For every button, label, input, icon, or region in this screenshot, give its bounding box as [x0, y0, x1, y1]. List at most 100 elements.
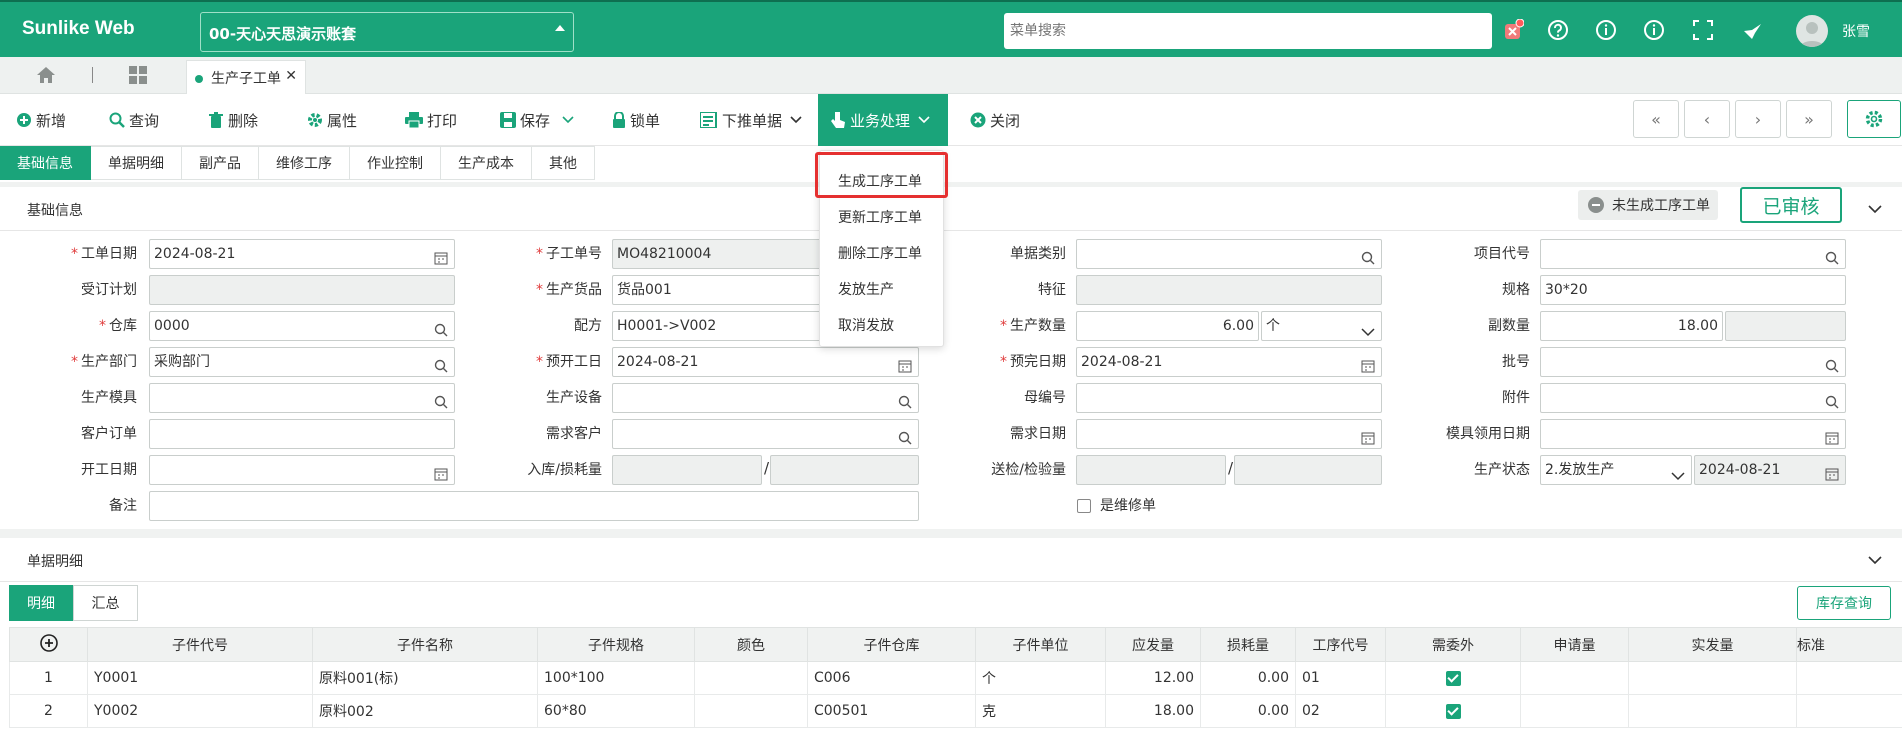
- parent-no-field[interactable]: [1076, 383, 1382, 413]
- column-header[interactable]: 应发量: [1105, 627, 1201, 662]
- column-header[interactable]: 申请量: [1520, 627, 1629, 662]
- settings-button[interactable]: [1847, 100, 1901, 138]
- tab-operation-control[interactable]: 作业控制: [350, 146, 441, 180]
- home-icon[interactable]: [36, 66, 56, 88]
- attributes-button[interactable]: 属性: [307, 94, 357, 146]
- clean-icon[interactable]: [1741, 19, 1763, 41]
- menu-item-update-process-order[interactable]: 更新工序工单: [838, 207, 922, 227]
- remark-field[interactable]: [149, 491, 919, 521]
- plan-end-field[interactable]: 2024-08-21: [1076, 347, 1382, 377]
- column-header[interactable]: 颜色: [694, 627, 808, 662]
- column-header[interactable]: 子件代号: [87, 627, 313, 662]
- tab-production-suborder[interactable]: 生产子工单 ✕: [186, 60, 306, 94]
- active-dot-icon: [195, 75, 203, 83]
- column-header[interactable]: 子件单位: [975, 627, 1106, 662]
- sub-qty-field[interactable]: 18.00: [1540, 311, 1723, 341]
- menu-item-release-production[interactable]: 发放生产: [838, 279, 894, 299]
- close-tab-icon[interactable]: ✕: [285, 68, 297, 84]
- help-icon[interactable]: [1547, 19, 1569, 41]
- tab-repair-process[interactable]: 维修工序: [259, 146, 350, 180]
- delete-button[interactable]: 删除: [208, 94, 258, 146]
- push-down-button[interactable]: 下推单据: [700, 94, 806, 146]
- lock-button[interactable]: 锁单: [612, 94, 660, 146]
- tab-production-cost[interactable]: 生产成本: [441, 146, 532, 180]
- start-date-field[interactable]: [149, 455, 455, 485]
- chevron-down-icon: [918, 116, 930, 124]
- chevron-down-icon[interactable]: [1868, 553, 1882, 569]
- batch-field[interactable]: [1540, 347, 1846, 377]
- table-row[interactable]: 2 Y0002 原料002 60*80 C00501 克 18.00 0.00 …: [9, 694, 1902, 728]
- first-record-button[interactable]: «: [1633, 100, 1679, 138]
- column-header[interactable]: 子件名称: [312, 627, 538, 662]
- column-header[interactable]: 子件规格: [537, 627, 695, 662]
- spec-field[interactable]: 30*20: [1540, 275, 1846, 305]
- customer-order-field[interactable]: [149, 419, 455, 449]
- caret-up-icon: [555, 25, 565, 31]
- avatar[interactable]: [1796, 15, 1828, 47]
- tab-summary[interactable]: 汇总: [73, 585, 138, 621]
- menu-search-input[interactable]: [1004, 13, 1492, 49]
- next-record-button[interactable]: ›: [1735, 100, 1781, 138]
- section-tabs: 基础信息 单据明细 副产品 维修工序 作业控制 生产成本 其他: [0, 146, 595, 182]
- account-selector[interactable]: 00-天心天思演示账套: [200, 12, 574, 52]
- dept-field[interactable]: 采购部门: [149, 347, 455, 377]
- fullscreen-icon[interactable]: [1692, 19, 1714, 41]
- column-header[interactable]: 损耗量: [1200, 627, 1296, 662]
- mold-date-field[interactable]: [1540, 419, 1846, 449]
- add-button[interactable]: 新增: [16, 94, 66, 146]
- last-record-button[interactable]: »: [1786, 100, 1832, 138]
- user-name[interactable]: 张雪: [1842, 21, 1870, 41]
- menu-item-delete-process-order[interactable]: 删除工序工单: [838, 243, 922, 263]
- tab-other[interactable]: 其他: [532, 146, 595, 180]
- attachment-field[interactable]: [1540, 383, 1846, 413]
- about-icon[interactable]: [1643, 19, 1665, 41]
- close-button[interactable]: 关闭: [970, 94, 1020, 146]
- loss-qty-field: [770, 455, 919, 485]
- tab-byproduct[interactable]: 副产品: [182, 146, 259, 180]
- highlight-box: [815, 152, 948, 198]
- print-button[interactable]: 打印: [405, 94, 457, 146]
- prod-status-select[interactable]: 2.发放生产: [1540, 455, 1692, 485]
- notification-icon[interactable]: [1502, 18, 1525, 41]
- tab-detail[interactable]: 明细: [9, 585, 73, 621]
- warehouse-field[interactable]: 0000: [149, 311, 455, 341]
- demand-customer-field[interactable]: [612, 419, 919, 449]
- lock-icon: [613, 112, 625, 128]
- stock-query-button[interactable]: 库存查询: [1797, 586, 1891, 620]
- trash-icon: [209, 112, 223, 128]
- demand-date-field[interactable]: [1076, 419, 1382, 449]
- info-icon[interactable]: [1595, 19, 1617, 41]
- column-header[interactable]: 需委外: [1385, 627, 1521, 662]
- chevron-down-icon[interactable]: [1868, 202, 1882, 218]
- in-qty-field: [612, 455, 762, 485]
- project-code-field[interactable]: [1540, 239, 1846, 269]
- query-button[interactable]: 查询: [109, 94, 159, 146]
- tab-label: 生产子工单: [211, 71, 281, 87]
- menu-item-cancel-release[interactable]: 取消发放: [838, 315, 894, 335]
- column-header[interactable]: 标准: [1796, 627, 1902, 662]
- equipment-field[interactable]: [612, 383, 919, 413]
- work-date-field[interactable]: 2024-08-21: [149, 239, 455, 269]
- outsource-checkbox[interactable]: [1445, 670, 1461, 686]
- search-icon: [434, 319, 448, 340]
- outsource-checkbox[interactable]: [1445, 703, 1461, 719]
- plan-start-field[interactable]: 2024-08-21: [612, 347, 919, 377]
- doc-type-field[interactable]: [1076, 239, 1382, 269]
- divider: [92, 67, 93, 83]
- qty-field[interactable]: 6.00: [1076, 311, 1259, 341]
- apps-grid-icon[interactable]: [128, 66, 148, 88]
- add-row-icon[interactable]: [9, 627, 88, 662]
- save-icon: [500, 112, 516, 128]
- column-header[interactable]: 子件仓库: [807, 627, 976, 662]
- is-repair-checkbox[interactable]: [1077, 499, 1091, 513]
- column-header[interactable]: 实发量: [1628, 627, 1797, 662]
- save-button[interactable]: 保存: [500, 94, 578, 146]
- prev-record-button[interactable]: ‹: [1684, 100, 1730, 138]
- business-process-button[interactable]: 业务处理: [818, 94, 948, 146]
- mold-field[interactable]: [149, 383, 455, 413]
- table-row[interactable]: 1 Y0001 原料001(标) 100*100 C006 个 12.00 0.…: [9, 661, 1902, 695]
- qty-unit-select[interactable]: 个: [1261, 311, 1382, 341]
- tab-basic-info[interactable]: 基础信息: [0, 146, 91, 180]
- tab-doc-detail[interactable]: 单据明细: [91, 146, 182, 180]
- column-header[interactable]: 工序代号: [1295, 627, 1386, 662]
